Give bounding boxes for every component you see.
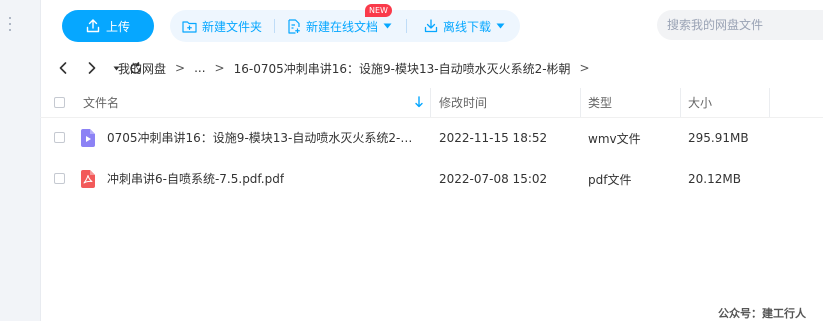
row-checkbox[interactable]	[54, 132, 65, 143]
breadcrumb: 我的网盘 > ... > 16-0705冲刺串讲16：设施9-模块13-自动喷水…	[118, 58, 599, 78]
divider	[274, 19, 275, 33]
folder-plus-icon	[182, 20, 197, 33]
upload-button[interactable]: 上传	[62, 10, 154, 42]
new-badge: NEW	[365, 4, 392, 17]
divider	[406, 19, 407, 33]
left-sidebar	[0, 0, 41, 321]
new-folder-button[interactable]: 新建文件夹	[182, 10, 262, 42]
action-button-group: 新建文件夹 新建在线文档 NEW 离线下载	[170, 4, 520, 42]
search-input[interactable]	[657, 10, 823, 40]
download-icon	[424, 19, 438, 33]
file-name[interactable]: 冲刺串讲6-自喷系统-7.5.pdf.pdf	[107, 159, 284, 199]
column-divider	[769, 88, 770, 117]
file-table-header: 文件名 修改时间 类型 大小	[40, 88, 823, 118]
upload-label: 上传	[105, 19, 130, 34]
select-all-checkbox[interactable]	[54, 97, 65, 108]
file-type: pdf文件	[588, 172, 632, 187]
breadcrumb-root[interactable]: 我的网盘	[118, 60, 166, 77]
modified-time: 2022-11-15 18:52	[439, 131, 548, 145]
column-header-type[interactable]: 类型	[588, 88, 612, 117]
sort-down-icon[interactable]	[415, 96, 423, 108]
breadcrumb-ellipsis[interactable]: ...	[194, 61, 205, 75]
chevron-down-icon	[496, 23, 505, 29]
forward-button[interactable]	[83, 58, 101, 78]
breadcrumb-separator: >	[214, 61, 225, 75]
breadcrumb-separator: >	[579, 61, 590, 75]
column-header-size[interactable]: 大小	[688, 88, 712, 117]
chevron-left-icon	[59, 62, 67, 74]
modified-time: 2022-07-08 15:02	[439, 172, 548, 186]
new-online-doc-label: 新建在线文档	[306, 19, 379, 34]
file-type: wmv文件	[588, 131, 641, 146]
doc-plus-icon	[288, 18, 300, 34]
table-row[interactable]: 0705冲刺串讲16：设施9-模块13-自动喷水灭火系统2-彬朝.wmv 202…	[40, 118, 823, 158]
column-divider	[430, 88, 431, 117]
watermark-text: 公众号：建工行人	[718, 307, 806, 320]
offline-download-button[interactable]: 离线下载	[424, 10, 505, 42]
breadcrumb-current[interactable]: 16-0705冲刺串讲16：设施9-模块13-自动喷水灭火系统2-彬朝	[234, 60, 571, 77]
back-button[interactable]	[54, 58, 72, 78]
chevron-right-icon	[88, 62, 96, 74]
more-dots-icon[interactable]	[8, 17, 12, 31]
chevron-down-icon	[383, 23, 392, 29]
column-header-modified[interactable]: 修改时间	[439, 88, 487, 117]
file-name[interactable]: 0705冲刺串讲16：设施9-模块13-自动喷水灭火系统2-彬朝.wmv	[107, 118, 422, 158]
upload-icon	[86, 19, 100, 33]
column-divider	[580, 88, 581, 117]
pdf-file-icon	[81, 170, 95, 188]
file-size: 295.91MB	[688, 131, 749, 145]
breadcrumb-separator: >	[175, 61, 186, 75]
new-folder-label: 新建文件夹	[202, 19, 263, 34]
offline-download-label: 离线下载	[443, 19, 492, 34]
column-header-name[interactable]: 文件名	[83, 88, 119, 117]
column-divider	[680, 88, 681, 117]
file-size: 20.12MB	[688, 172, 741, 186]
video-file-icon	[81, 129, 95, 147]
table-row[interactable]: 冲刺串讲6-自喷系统-7.5.pdf.pdf 2022-07-08 15:02 …	[40, 159, 823, 199]
row-checkbox[interactable]	[54, 173, 65, 184]
